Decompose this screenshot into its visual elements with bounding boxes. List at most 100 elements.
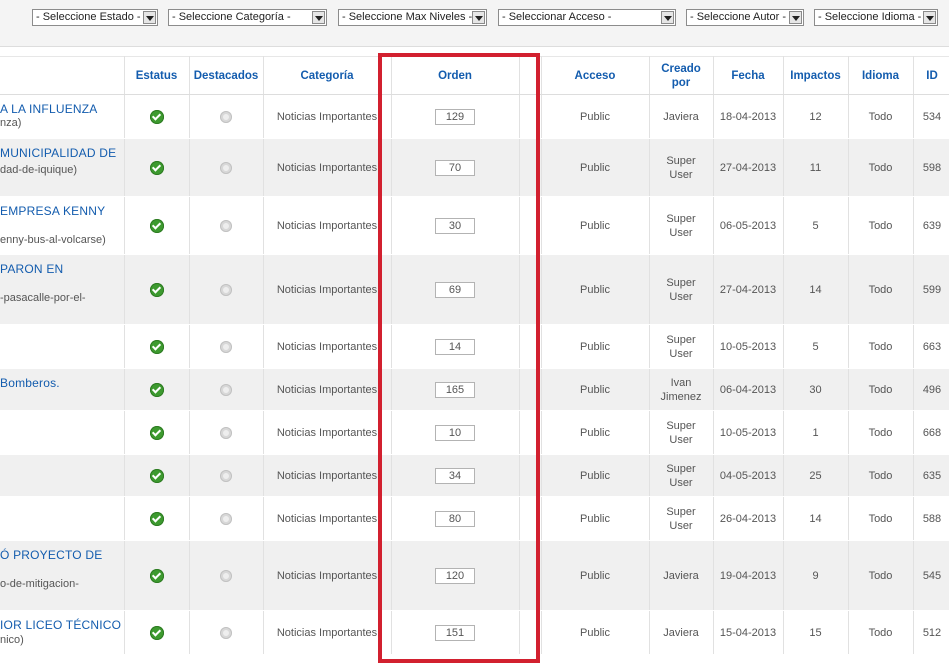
featured-off-icon[interactable]: [220, 626, 232, 639]
featured-off-icon[interactable]: [220, 469, 232, 482]
estatus-cell: [124, 410, 190, 455]
featured-off-icon[interactable]: [220, 512, 232, 525]
orden-cell: [391, 410, 520, 455]
order-input[interactable]: [435, 567, 475, 584]
fecha-cell: 10-05-2013: [713, 324, 784, 369]
acceso-cell: Public: [541, 410, 650, 455]
col-estatus-header[interactable]: Estatus: [124, 56, 190, 95]
orden-cell: [391, 540, 520, 611]
article-alias: -pasacalle-por-el-: [0, 292, 86, 304]
categoria-cell: Noticias Importantes: [263, 138, 392, 197]
published-check-icon[interactable]: [149, 625, 164, 640]
featured-off-icon[interactable]: [220, 426, 232, 439]
destacados-cell: [189, 324, 264, 369]
col-creado-por-header[interactable]: Creado por: [649, 56, 714, 95]
impactos-cell: 30: [783, 368, 849, 411]
chevron-down-icon[interactable]: [472, 11, 485, 24]
table-row: Noticias ImportantesPublicSuperUser10-05…: [0, 410, 949, 455]
featured-off-icon[interactable]: [220, 161, 232, 174]
filter-estado-select[interactable]: - Seleccione Estado -: [32, 9, 158, 26]
order-input[interactable]: [435, 381, 475, 398]
published-check-icon[interactable]: [149, 282, 164, 297]
table-row: Noticias ImportantesPublicSuperUser10-05…: [0, 324, 949, 369]
id-cell: 496: [913, 368, 949, 411]
filter-categoria-select[interactable]: - Seleccione Categoría -: [168, 9, 327, 26]
impactos-cell: 5: [783, 324, 849, 369]
title-cell: PARON EN -pasacalle-por-el-: [0, 254, 125, 325]
impactos-cell: 25: [783, 454, 849, 497]
article-title-link[interactable]: IOR LICEO TÉCNICO: [0, 618, 121, 632]
order-input[interactable]: [435, 338, 475, 355]
col-acceso-header[interactable]: Acceso: [541, 56, 650, 95]
title-cell: [0, 454, 125, 497]
order-input[interactable]: [435, 108, 475, 125]
acceso-cell: Public: [541, 94, 650, 139]
article-title-link[interactable]: Bomberos.: [0, 376, 60, 390]
article-title-link[interactable]: MUNICIPALIDAD DE: [0, 146, 116, 160]
article-title-link[interactable]: Ó PROYECTO DE: [0, 548, 102, 562]
published-check-icon[interactable]: [149, 382, 164, 397]
filter-acceso-select[interactable]: - Seleccionar Acceso -: [498, 9, 676, 26]
published-check-icon[interactable]: [149, 109, 164, 124]
id-cell: 639: [913, 196, 949, 255]
published-check-icon[interactable]: [149, 468, 164, 483]
col-impactos-header[interactable]: Impactos: [783, 56, 849, 95]
fecha-cell: 18-04-2013: [713, 94, 784, 139]
col-categoria-header[interactable]: Categoría: [263, 56, 392, 95]
article-title-link[interactable]: EMPRESA KENNY: [0, 204, 105, 218]
chevron-down-icon[interactable]: [312, 11, 325, 24]
chevron-down-icon[interactable]: [143, 11, 156, 24]
article-title-link[interactable]: A LA INFLUENZA: [0, 102, 98, 116]
col-orden-header[interactable]: Orden: [391, 56, 520, 95]
order-input[interactable]: [435, 217, 475, 234]
order-input[interactable]: [435, 624, 475, 641]
author-surname: User: [669, 519, 693, 532]
acceso-cell: Public: [541, 368, 650, 411]
chevron-down-icon[interactable]: [789, 11, 802, 24]
title-cell: MUNICIPALIDAD DE dad-de-iquique): [0, 138, 125, 197]
order-input[interactable]: [435, 467, 475, 484]
featured-off-icon[interactable]: [220, 219, 232, 232]
col-id-header[interactable]: ID: [913, 56, 949, 95]
categoria-cell: Noticias Importantes: [263, 610, 392, 655]
acceso-cell: Public: [541, 454, 650, 497]
orden-cell: [391, 368, 520, 411]
impactos-cell: 14: [783, 496, 849, 541]
published-check-icon[interactable]: [149, 425, 164, 440]
col-fecha-header[interactable]: Fecha: [713, 56, 784, 95]
published-check-icon[interactable]: [149, 218, 164, 233]
impactos-cell: 11: [783, 138, 849, 197]
author-name: Super: [666, 276, 696, 289]
chevron-down-icon[interactable]: [923, 11, 936, 24]
impactos-cell: 5: [783, 196, 849, 255]
destacados-cell: [189, 496, 264, 541]
published-check-icon[interactable]: [149, 511, 164, 526]
featured-off-icon[interactable]: [220, 283, 232, 296]
filter-acceso-label: - Seleccionar Acceso -: [502, 11, 612, 23]
filter-idioma-select[interactable]: - Seleccione Idioma -: [814, 9, 938, 26]
order-input[interactable]: [435, 424, 475, 441]
featured-off-icon[interactable]: [220, 110, 232, 123]
order-input[interactable]: [435, 510, 475, 527]
featured-off-icon[interactable]: [220, 340, 232, 353]
filter-max-niveles-select[interactable]: - Seleccione Max Niveles -: [338, 9, 487, 26]
creado-por-cell: Javiera: [649, 94, 714, 139]
order-input[interactable]: [435, 159, 475, 176]
article-title-link[interactable]: PARON EN: [0, 262, 63, 276]
author-name: Javiera: [663, 626, 699, 639]
acceso-cell: Public: [541, 496, 650, 541]
author-surname: User: [669, 347, 693, 360]
destacados-cell: [189, 610, 264, 655]
featured-off-icon[interactable]: [220, 383, 232, 396]
col-idioma-header[interactable]: Idioma: [848, 56, 914, 95]
col-destacados-header[interactable]: Destacados: [189, 56, 264, 95]
order-input[interactable]: [435, 281, 475, 298]
published-check-icon[interactable]: [149, 160, 164, 175]
categoria-cell: Noticias Importantes: [263, 540, 392, 611]
filter-autor-select[interactable]: - Seleccione Autor -: [686, 9, 804, 26]
featured-off-icon[interactable]: [220, 569, 232, 582]
chevron-down-icon[interactable]: [661, 11, 674, 24]
author-surname: User: [669, 168, 693, 181]
published-check-icon[interactable]: [149, 339, 164, 354]
published-check-icon[interactable]: [149, 568, 164, 583]
